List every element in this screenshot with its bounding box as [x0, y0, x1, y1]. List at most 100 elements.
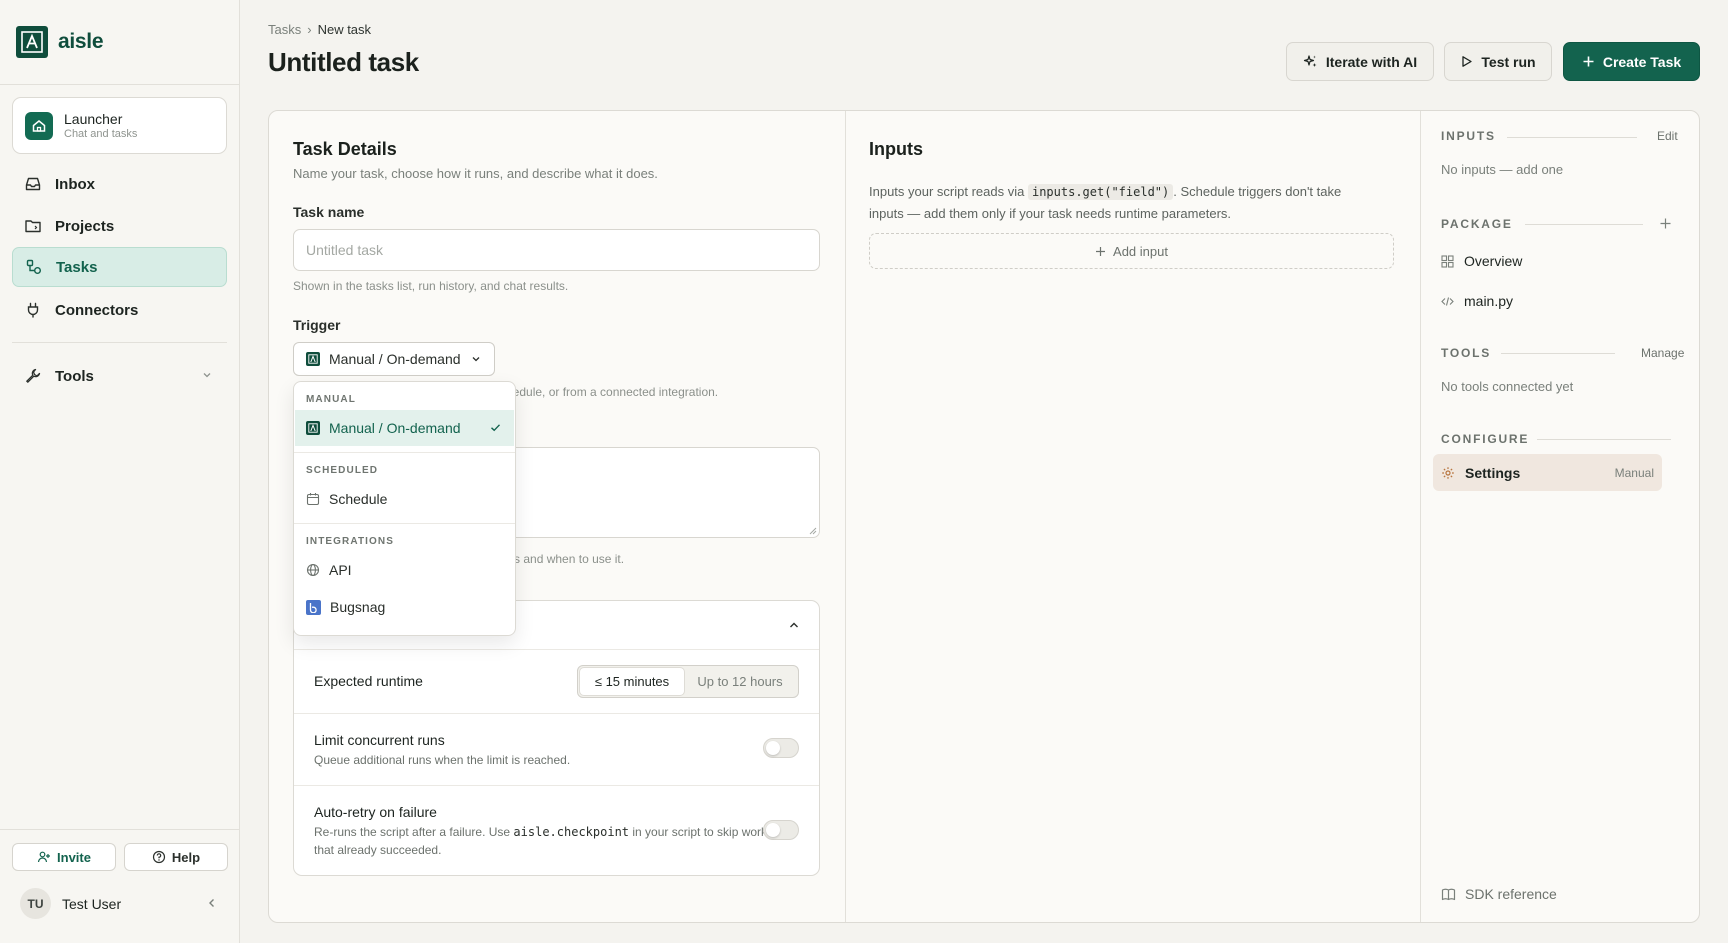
- auto-retry-text-pre: Re-runs the script after a failure. Use: [314, 825, 514, 839]
- auto-retry-description: Re-runs the script after a failure. Use …: [314, 823, 774, 859]
- plus-icon: [1583, 56, 1594, 67]
- manual-trigger-icon: [306, 352, 320, 366]
- page-title: Untitled task: [268, 47, 419, 77]
- breadcrumb-current: New task: [317, 22, 372, 37]
- sidebar-item-label: Tasks: [56, 258, 98, 276]
- tools-heading: TOOLS: [1441, 346, 1492, 360]
- add-input-button[interactable]: Add input: [869, 233, 1394, 269]
- divider: [12, 342, 227, 343]
- menu-item-label: Schedule: [329, 491, 388, 507]
- auto-retry-label: Auto-retry on failure: [314, 804, 437, 820]
- trigger-label: Trigger: [293, 317, 341, 333]
- add-user-icon: [37, 851, 51, 863]
- trigger-dropdown-menu: MANUAL Manual / On-demand SCHEDULED Sche…: [293, 381, 516, 636]
- sdk-reference-label: SDK reference: [1465, 886, 1557, 902]
- divider: [294, 649, 819, 650]
- user-name: Test User: [62, 895, 122, 912]
- breadcrumb: Tasks › New task: [268, 22, 371, 37]
- task-name-input[interactable]: Untitled task: [293, 229, 820, 271]
- auto-retry-toggle[interactable]: [763, 820, 799, 840]
- edit-inputs-link[interactable]: Edit: [1657, 129, 1678, 143]
- help-button[interactable]: Help: [124, 843, 228, 871]
- divider: [0, 84, 240, 85]
- plug-icon: [27, 302, 39, 318]
- menu-item-api[interactable]: API: [295, 552, 514, 588]
- collapse-sidebar-icon[interactable]: [205, 896, 219, 910]
- menu-item-bugsnag[interactable]: Bugsnag: [295, 589, 514, 625]
- menu-item-label: Manual / On-demand: [329, 420, 461, 436]
- breadcrumb-tasks[interactable]: Tasks: [268, 22, 301, 37]
- divider: [294, 713, 819, 714]
- menu-item-label: API: [329, 562, 352, 578]
- limit-concurrent-label: Limit concurrent runs: [314, 732, 445, 748]
- iterate-label: Iterate with AI: [1325, 53, 1418, 70]
- settings-label: Settings: [1465, 464, 1521, 481]
- package-item-label: Overview: [1464, 253, 1523, 269]
- sidebar-item-label: Inbox: [55, 175, 95, 193]
- avatar: TU: [20, 888, 51, 919]
- tasks-icon: [26, 259, 41, 274]
- settings-item[interactable]: Settings Manual: [1433, 454, 1662, 491]
- inputs-title: Inputs: [869, 139, 923, 159]
- package-heading: PACKAGE: [1441, 217, 1513, 231]
- launcher-title: Launcher: [64, 111, 123, 127]
- limit-concurrent-description: Queue additional runs when the limit is …: [314, 753, 571, 767]
- add-input-label: Add input: [1113, 243, 1168, 259]
- sidebar-item-projects[interactable]: Projects: [12, 206, 227, 246]
- invite-button[interactable]: Invite: [12, 843, 116, 871]
- sidebar: aisle Launcher Chat and tasks Inbox Proj…: [0, 0, 240, 943]
- resize-handle-icon[interactable]: [808, 526, 817, 535]
- book-icon: [1441, 888, 1456, 900]
- brand[interactable]: aisle: [16, 26, 104, 58]
- task-details-subtitle: Name your task, choose how it runs, and …: [293, 166, 658, 181]
- sidebar-item-connectors[interactable]: Connectors: [12, 290, 227, 330]
- divider: [1501, 353, 1615, 354]
- aisle-logo-icon: [16, 26, 48, 58]
- task-outline-panel: INPUTS Edit No inputs — add one PACKAGE …: [1421, 111, 1699, 922]
- brand-name: aisle: [58, 30, 104, 53]
- runtime-option-long[interactable]: Up to 12 hours: [684, 668, 796, 695]
- sidebar-item-tasks[interactable]: Tasks: [12, 247, 227, 287]
- launcher-card[interactable]: Launcher Chat and tasks: [12, 97, 227, 154]
- test-run-label: Test run: [1481, 53, 1536, 70]
- task-details-title: Task Details: [293, 139, 397, 159]
- expected-runtime-label: Expected runtime: [314, 673, 423, 689]
- menu-item-manual[interactable]: Manual / On-demand: [295, 410, 514, 446]
- manage-tools-link[interactable]: Manage: [1641, 346, 1684, 360]
- menu-item-schedule[interactable]: Schedule: [295, 481, 514, 517]
- package-item-main-py[interactable]: main.py: [1441, 293, 1513, 309]
- sidebar-item-inbox[interactable]: Inbox: [12, 164, 227, 204]
- task-name-hint: Shown in the tasks list, run history, an…: [293, 279, 569, 293]
- sidebar-item-label: Tools: [55, 367, 94, 385]
- configure-heading: CONFIGURE: [1441, 432, 1530, 446]
- chevron-down-icon: [203, 373, 211, 378]
- plus-icon: [1096, 246, 1106, 256]
- divider: [1525, 224, 1643, 225]
- inputs-description: Inputs your script reads via inputs.get(…: [869, 181, 1379, 224]
- user-menu[interactable]: TU Test User: [20, 888, 121, 919]
- trigger-select-value: Manual / On-demand: [329, 351, 461, 367]
- code-icon: [1441, 296, 1454, 306]
- chevron-down-icon: [472, 357, 479, 362]
- sidebar-item-label: Projects: [55, 217, 115, 235]
- wrench-icon: [26, 368, 41, 383]
- task-name-label: Task name: [293, 204, 365, 220]
- sidebar-item-tools[interactable]: Tools: [12, 356, 227, 396]
- chevron-up-icon[interactable]: [787, 618, 801, 632]
- test-run-button[interactable]: Test run: [1444, 42, 1552, 81]
- iterate-with-ai-button[interactable]: Iterate with AI: [1286, 42, 1434, 81]
- runtime-option-short[interactable]: ≤ 15 minutes: [580, 668, 684, 695]
- trigger-select[interactable]: Manual / On-demand: [293, 342, 495, 376]
- column-divider: [845, 111, 846, 922]
- limit-concurrent-toggle[interactable]: [763, 738, 799, 758]
- package-item-overview[interactable]: Overview: [1441, 253, 1522, 269]
- gear-icon: [1442, 466, 1454, 479]
- check-icon: [491, 424, 501, 432]
- package-item-label: main.py: [1464, 293, 1514, 309]
- divider: [0, 829, 240, 830]
- add-package-file-icon[interactable]: [1659, 217, 1672, 230]
- divider: [294, 452, 515, 453]
- tools-empty-text: No tools connected yet: [1441, 379, 1574, 394]
- sdk-reference-link[interactable]: SDK reference: [1441, 886, 1557, 902]
- create-task-button[interactable]: Create Task: [1563, 42, 1700, 81]
